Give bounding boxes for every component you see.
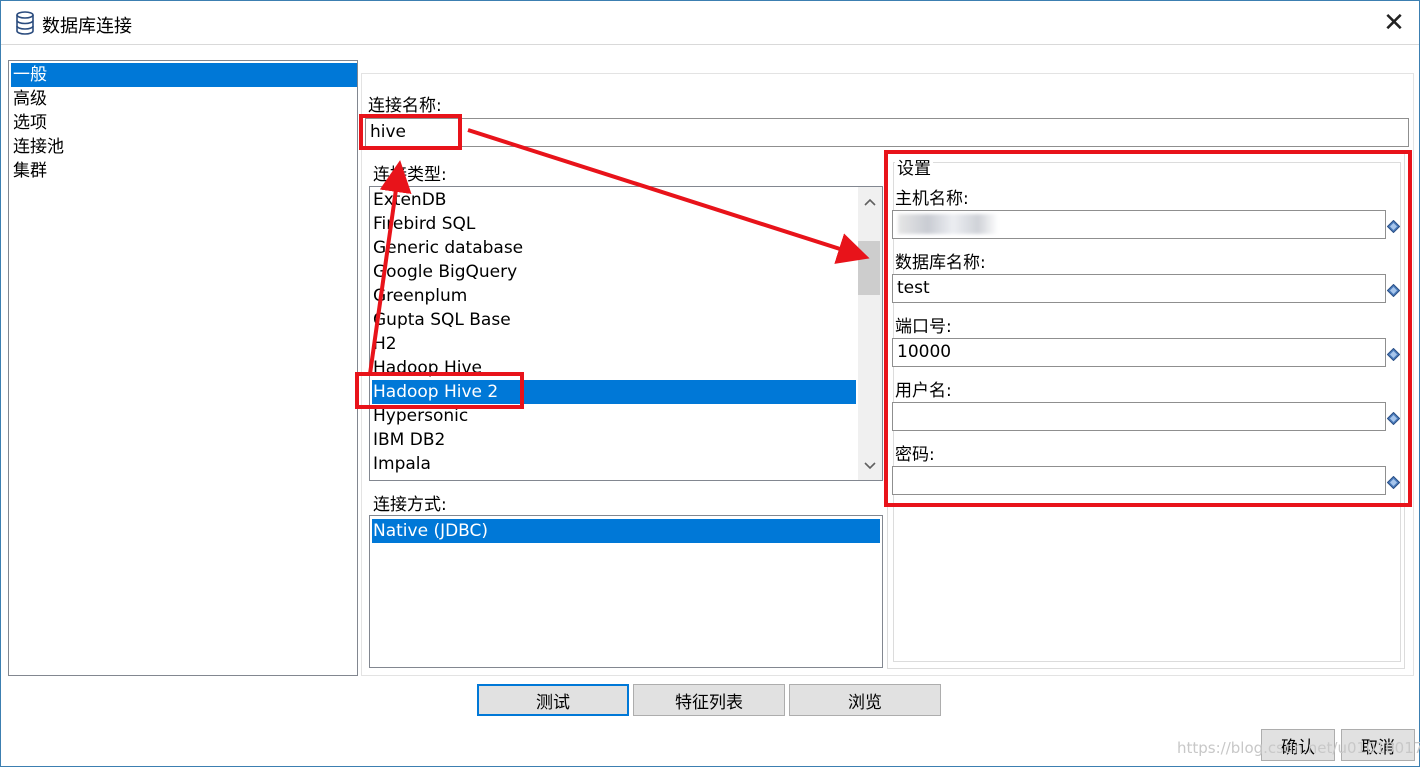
- variable-diamond-icon[interactable]: [1386, 282, 1401, 298]
- watermark-text: https://blog.csdn.net/u01010017: [1177, 739, 1420, 757]
- list-item[interactable]: Hypersonic: [372, 404, 856, 428]
- nav-item-pooling[interactable]: 连接池: [11, 135, 357, 159]
- database-icon: [15, 11, 35, 35]
- dialog-window: 数据库连接 ✕ 一般 高级 选项 连接池 集群 连接名称: hive 连接类型:…: [0, 0, 1420, 767]
- chevron-down-icon[interactable]: [859, 455, 881, 477]
- list-item[interactable]: Impala: [372, 452, 856, 476]
- explore-button[interactable]: 浏览: [789, 684, 941, 716]
- list-item[interactable]: Hadoop Hive: [372, 356, 856, 380]
- list-item[interactable]: H2: [372, 332, 856, 356]
- nav-item-options[interactable]: 选项: [11, 111, 357, 135]
- username-label: 用户名:: [895, 381, 952, 401]
- connection-type-label: 连接类型:: [373, 165, 447, 185]
- chevron-up-icon[interactable]: [859, 191, 881, 213]
- port-input[interactable]: 10000: [892, 338, 1386, 367]
- blurred-hostname: [898, 214, 998, 234]
- scrollbar-thumb[interactable]: [858, 241, 880, 295]
- list-item[interactable]: Generic database: [372, 236, 856, 260]
- database-name-input[interactable]: test: [892, 274, 1386, 303]
- nav-item-advanced[interactable]: 高级: [11, 87, 357, 111]
- access-method-label: 连接方式:: [373, 495, 447, 515]
- host-label: 主机名称:: [895, 189, 969, 209]
- close-icon[interactable]: ✕: [1373, 5, 1415, 41]
- variable-diamond-icon[interactable]: [1386, 218, 1401, 234]
- feature-list-button[interactable]: 特征列表: [633, 684, 785, 716]
- username-input[interactable]: [892, 402, 1386, 431]
- access-method-list[interactable]: Native (JDBC): [369, 515, 883, 668]
- variable-diamond-icon[interactable]: [1386, 474, 1401, 490]
- list-item[interactable]: Google BigQuery: [372, 260, 856, 284]
- connection-name-input[interactable]: hive: [365, 118, 1409, 147]
- list-item[interactable]: Gupta SQL Base: [372, 308, 856, 332]
- database-name-label: 数据库名称:: [895, 253, 986, 273]
- list-item[interactable]: Firebird SQL: [372, 212, 856, 236]
- test-button[interactable]: 测试: [477, 684, 629, 716]
- nav-item-clustering[interactable]: 集群: [11, 159, 357, 183]
- password-input[interactable]: [892, 466, 1386, 495]
- nav-item-general[interactable]: 一般: [11, 63, 357, 87]
- connection-type-list[interactable]: ExtenDB Firebird SQL Generic database Go…: [369, 186, 883, 481]
- settings-group-label: 设置: [895, 154, 933, 179]
- list-item[interactable]: Greenplum: [372, 284, 856, 308]
- connection-type-scrollbar[interactable]: [858, 187, 882, 480]
- category-nav: 一般 高级 选项 连接池 集群: [8, 60, 358, 676]
- list-item-selected[interactable]: Hadoop Hive 2: [372, 380, 856, 404]
- connection-name-label: 连接名称:: [368, 96, 442, 116]
- port-label: 端口号:: [895, 317, 952, 337]
- variable-diamond-icon[interactable]: [1386, 346, 1401, 362]
- password-label: 密码:: [895, 445, 935, 465]
- list-item-selected[interactable]: Native (JDBC): [372, 519, 880, 543]
- list-item[interactable]: IBM DB2: [372, 428, 856, 452]
- list-item[interactable]: ExtenDB: [372, 188, 856, 212]
- window-title: 数据库连接: [42, 16, 132, 37]
- variable-diamond-icon[interactable]: [1386, 410, 1401, 426]
- title-bar: 数据库连接 ✕: [1, 1, 1419, 45]
